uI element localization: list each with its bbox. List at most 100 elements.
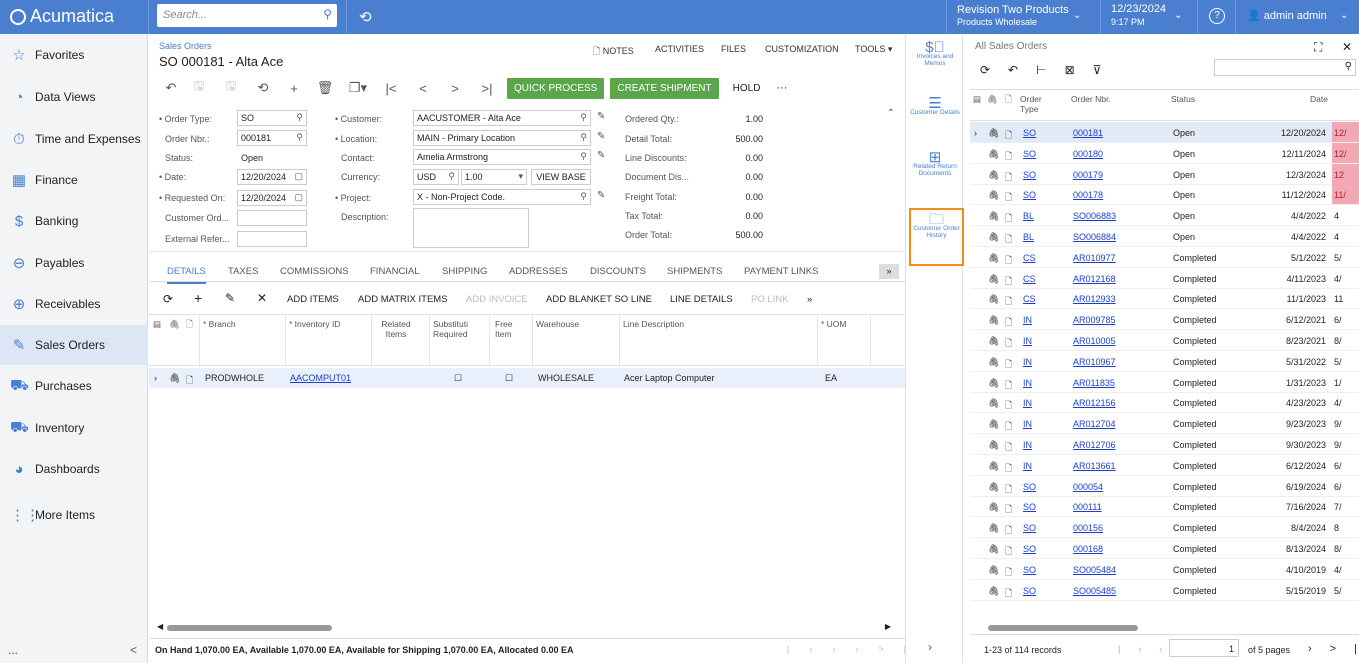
- requested-on-field[interactable]: 12/20/2024 ▢: [237, 190, 307, 206]
- inventory-id-link[interactable]: AACOMPUT01: [290, 373, 351, 383]
- sidebar-item-dashboards[interactable]: ◕ Dashboards: [0, 450, 148, 488]
- company-selector[interactable]: Revision Two Products Products Wholesale: [957, 4, 1069, 28]
- columns-icon[interactable]: ▤: [153, 319, 161, 329]
- sidebar-item-banking[interactable]: $ Banking: [0, 202, 148, 240]
- edit-icon[interactable]: ✎: [597, 150, 605, 161]
- column-warehouse[interactable]: Warehouse: [536, 319, 579, 329]
- scrollbar-thumb[interactable]: [167, 625, 332, 631]
- location-field[interactable]: MAIN - Primary Location ⚲: [413, 130, 591, 146]
- activities-link[interactable]: ACTIVITIES: [655, 44, 704, 54]
- list-item[interactable]: 🖇 🗋 SO 000054 Completed 6/19/2024 6/: [970, 476, 1359, 497]
- user-menu[interactable]: 👤 admin admin: [1247, 9, 1327, 22]
- collapse-icon[interactable]: ⌃: [887, 108, 895, 119]
- column-order-nbr[interactable]: Order Nbr.: [1071, 94, 1111, 104]
- list-scrollbar[interactable]: [978, 624, 1348, 632]
- order-nbr-link[interactable]: 000181: [1073, 128, 1103, 138]
- warehouse-cell[interactable]: WHOLESALE: [538, 373, 594, 383]
- po-link-button[interactable]: PO LINK: [751, 294, 789, 305]
- sidebar-item-data-views[interactable]: ◔ Data Views: [0, 78, 148, 116]
- line-details-button[interactable]: LINE DETAILS: [670, 294, 733, 305]
- scroll-left-icon[interactable]: ◀: [157, 622, 163, 631]
- order-nbr-link[interactable]: AR012704: [1073, 419, 1116, 429]
- view-base-button[interactable]: VIEW BASE: [531, 169, 591, 185]
- back-icon[interactable]: ↶: [159, 80, 183, 96]
- fullscreen-icon[interactable]: ⛶: [1314, 40, 1322, 55]
- column-free-item[interactable]: Free Item: [495, 319, 519, 339]
- refresh-icon[interactable]: ⟳: [163, 292, 173, 306]
- last-icon[interactable]: >|: [471, 81, 503, 96]
- order-type-cell[interactable]: IN: [1023, 336, 1032, 346]
- add-items-button[interactable]: ADD ITEMS: [287, 294, 339, 305]
- column-related-items[interactable]: Related Items: [377, 319, 415, 339]
- sidebar-item-receivables[interactable]: ⊕ Receivables: [0, 285, 148, 323]
- date-field[interactable]: 12/20/2024 ▢: [237, 169, 307, 185]
- list-item[interactable]: 🖇 🗋 SO 000111 Completed 7/16/2024 7/: [970, 496, 1359, 518]
- sidebar-item-inventory[interactable]: ⛟ Inventory: [0, 409, 148, 447]
- chevron-down-icon[interactable]: ⌄: [1073, 10, 1081, 21]
- currency-rate-field[interactable]: 1.00 ▾: [461, 169, 527, 185]
- line-description-cell[interactable]: Acer Laptop Computer: [624, 373, 715, 383]
- order-nbr-link[interactable]: 000168: [1073, 544, 1103, 554]
- delete-icon[interactable]: 🗑: [309, 80, 341, 96]
- order-type-cell[interactable]: IN: [1023, 419, 1032, 429]
- page-number-input[interactable]: 1: [1169, 639, 1239, 657]
- list-item[interactable]: 🖇 🗋 SO 000179 Open 12/3/2024 12: [970, 163, 1359, 185]
- order-type-cell[interactable]: BL: [1023, 211, 1034, 221]
- order-nbr-link[interactable]: AR012168: [1073, 274, 1116, 284]
- quick-process-button[interactable]: QUICK PROCESS: [507, 77, 605, 99]
- order-type-cell[interactable]: BL: [1023, 232, 1034, 242]
- scroll-right-icon[interactable]: ▶: [885, 622, 891, 631]
- list-item[interactable]: › 🖇 🗋 SO 000181 Open 12/20/2024 12/: [970, 122, 1359, 143]
- order-type-field[interactable]: SO ⚲: [237, 110, 307, 126]
- list-item[interactable]: 🖇 🗋 IN AR009785 Completed 6/12/2021 6/: [970, 309, 1359, 331]
- order-nbr-link[interactable]: 000156: [1073, 523, 1103, 533]
- undo-icon[interactable]: ⟲: [247, 80, 279, 96]
- order-type-cell[interactable]: SO: [1023, 523, 1036, 533]
- horizontal-scrollbar[interactable]: ◀ ▶: [157, 622, 891, 632]
- list-item[interactable]: 🖇 🗋 SO SO005485 Completed 5/15/2019 5/: [970, 580, 1359, 601]
- tab-taxes[interactable]: TAXES: [228, 266, 258, 277]
- order-type-cell[interactable]: SO: [1023, 502, 1036, 512]
- order-nbr-link[interactable]: AR009785: [1073, 315, 1116, 325]
- currency-field[interactable]: USD ⚲: [413, 169, 459, 185]
- list-item[interactable]: 🖇 🗋 IN AR013661 Completed 6/12/2024 6/: [970, 455, 1359, 476]
- list-toolbar-icons[interactable]: ⟳↶⊢⊠⊽: [980, 63, 1119, 77]
- files-link[interactable]: FILES: [721, 44, 746, 54]
- sidebar-item-finance[interactable]: ▦ Finance: [0, 161, 148, 199]
- list-item[interactable]: 🖇 🗋 CS AR010977 Completed 5/1/2022 5/: [970, 247, 1359, 268]
- list-search-input[interactable]: ⚲: [1214, 59, 1356, 76]
- save-icon[interactable]: 🖫: [215, 77, 247, 99]
- column-inventory-id[interactable]: * Inventory ID: [289, 319, 341, 329]
- list-item[interactable]: 🖇 🗋 SO 000156 Completed 8/4/2024 8: [970, 517, 1359, 539]
- order-type-cell[interactable]: SO: [1023, 586, 1036, 596]
- tab-discounts[interactable]: DISCOUNTS: [590, 266, 646, 277]
- order-nbr-link[interactable]: AR010977: [1073, 253, 1116, 263]
- order-type-cell[interactable]: CS: [1023, 253, 1036, 263]
- first-icon[interactable]: |<: [375, 81, 407, 96]
- order-type-cell[interactable]: SO: [1023, 128, 1036, 138]
- table-row[interactable]: › 🖇 🗋 PRODWHOLE AACOMPUT01 ☐ ☐ WHOLESALE…: [149, 368, 905, 388]
- list-item[interactable]: 🖇 🗋 CS AR012168 Completed 4/11/2023 4/: [970, 268, 1359, 289]
- business-date[interactable]: 12/23/2024 9:17 PM: [1111, 3, 1166, 29]
- scrollbar-thumb[interactable]: [988, 625, 1138, 631]
- column-order-type[interactable]: Order Type: [1020, 94, 1048, 114]
- prev-icon[interactable]: <: [407, 81, 439, 96]
- order-nbr-link[interactable]: AR013661: [1073, 461, 1116, 471]
- columns-icon[interactable]: ▤: [973, 94, 981, 104]
- order-type-cell[interactable]: IN: [1023, 461, 1032, 471]
- column-line-description[interactable]: Line Description: [623, 319, 684, 329]
- edit-icon[interactable]: ✎: [597, 111, 605, 122]
- close-icon[interactable]: ✕: [1342, 40, 1352, 54]
- save-close-icon[interactable]: 🖫: [183, 77, 215, 99]
- history-icon[interactable]: ⟲: [359, 8, 372, 26]
- expand-icon[interactable]: ›: [974, 128, 977, 138]
- order-type-cell[interactable]: IN: [1023, 315, 1032, 325]
- list-item[interactable]: 🖇 🗋 BL SO006884 Open 4/4/2022 4: [970, 226, 1359, 247]
- order-type-cell[interactable]: SO: [1023, 170, 1036, 180]
- list-item[interactable]: 🖇 🗋 SO 000180 Open 12/11/2024 12/: [970, 142, 1359, 164]
- list-item[interactable]: 🖇 🗋 IN AR010005 Completed 8/23/2021 8/: [970, 330, 1359, 351]
- customer-ord-field[interactable]: [237, 210, 307, 226]
- more-actions-button[interactable]: ···: [776, 82, 787, 94]
- branch-cell[interactable]: PRODWHOLE: [205, 373, 264, 383]
- order-nbr-link[interactable]: 000111: [1073, 502, 1102, 512]
